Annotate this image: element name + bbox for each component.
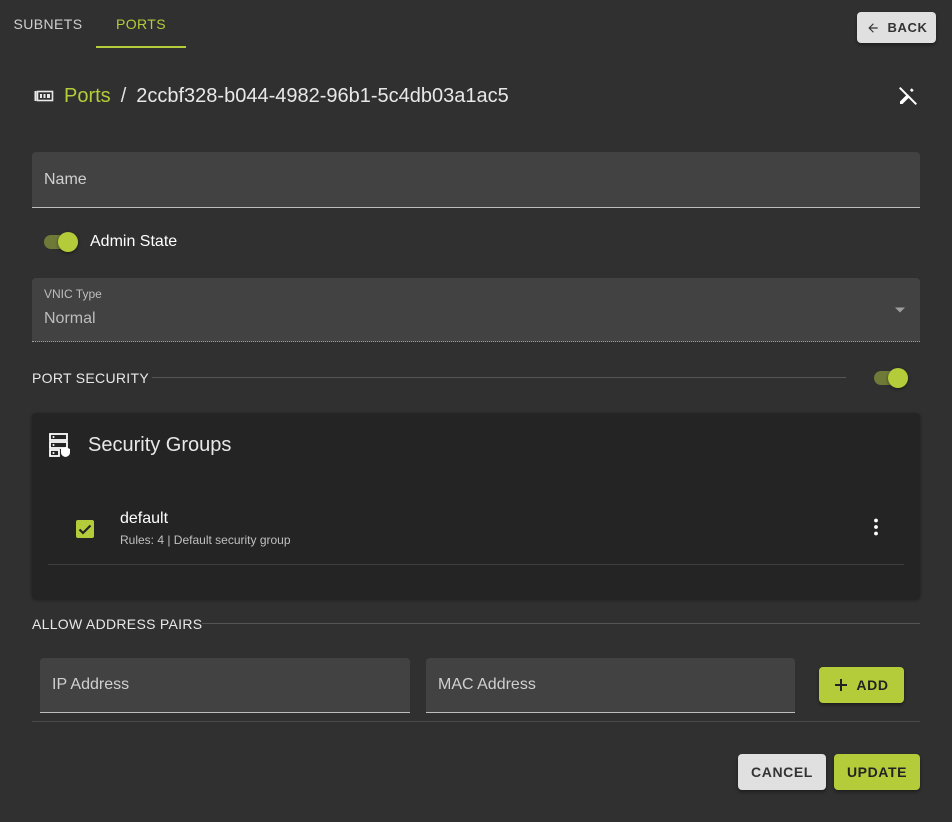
tab-subnets[interactable]: SUBNETS xyxy=(0,0,96,48)
edit-off-icon[interactable] xyxy=(896,84,920,108)
dropdown-arrow-icon xyxy=(895,307,905,313)
port-security-toggle[interactable] xyxy=(872,367,910,389)
security-group-name: default xyxy=(120,510,169,527)
admin-state-label: Admin State xyxy=(90,233,178,250)
breadcrumb-separator: / xyxy=(120,84,127,107)
security-groups-card: Security Groups default Rules: 4 | Defau… xyxy=(32,413,920,599)
add-button-label: ADD xyxy=(856,677,889,693)
security-group-description: Rules: 4 | Default security group xyxy=(120,533,291,547)
ip-address-field[interactable]: IP Address xyxy=(40,658,410,713)
vnic-type-label: VNIC Type xyxy=(44,287,102,301)
check-icon xyxy=(78,524,92,535)
mac-address-field[interactable]: MAC Address xyxy=(426,658,795,713)
name-field[interactable]: Name xyxy=(32,152,920,208)
arrow-left-icon xyxy=(867,22,878,33)
security-group-checkbox[interactable] xyxy=(76,520,94,538)
mac-address-placeholder: MAC Address xyxy=(438,676,536,693)
list-item[interactable]: default Rules: 4 | Default security grou… xyxy=(48,497,904,565)
breadcrumb: Ports / 2ccbf328-b044-4982-96b1-5c4db03a… xyxy=(34,82,509,110)
allow-address-pairs-divider xyxy=(202,623,920,624)
admin-state-toggle[interactable] xyxy=(42,231,80,253)
update-button[interactable]: UPDATE xyxy=(834,754,920,790)
more-vert-icon[interactable] xyxy=(866,517,886,537)
breadcrumb-ports-link[interactable]: Ports xyxy=(64,85,111,108)
breadcrumb-port-id: 2ccbf328-b044-4982-96b1-5c4db03a1ac5 xyxy=(136,84,509,107)
ip-address-placeholder: IP Address xyxy=(52,676,130,693)
back-button[interactable]: BACK xyxy=(857,12,936,43)
back-button-label: BACK xyxy=(887,20,928,35)
vnic-type-value: Normal xyxy=(44,310,96,327)
security-groups-title: Security Groups xyxy=(88,434,232,456)
tab-ports[interactable]: PORTS xyxy=(96,0,186,48)
plus-icon xyxy=(835,679,848,691)
add-address-pair-button[interactable]: ADD xyxy=(819,667,904,703)
actions-divider xyxy=(32,721,920,722)
vnic-type-select[interactable]: VNIC Type Normal xyxy=(32,278,920,342)
port-security-divider xyxy=(152,377,846,378)
port-security-label: PORT SECURITY xyxy=(32,370,149,386)
allow-address-pairs-label: ALLOW ADDRESS PAIRS xyxy=(32,616,203,632)
cancel-button[interactable]: CANCEL xyxy=(738,754,826,790)
name-field-placeholder: Name xyxy=(44,171,87,188)
ethernet-port-icon xyxy=(34,90,54,102)
active-tab-indicator xyxy=(96,46,186,48)
server-security-icon xyxy=(49,433,70,457)
